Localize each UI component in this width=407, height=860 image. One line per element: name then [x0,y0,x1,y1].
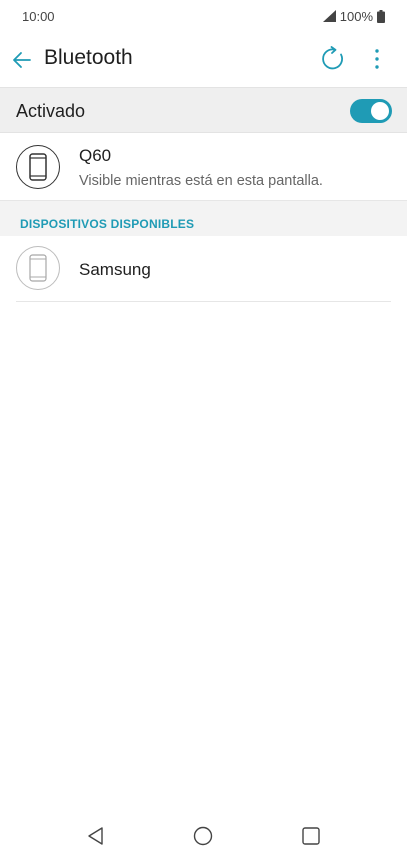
phone-icon [16,246,60,290]
refresh-icon[interactable] [320,46,346,72]
divider [16,301,391,302]
more-options-icon[interactable] [366,46,388,72]
status-indicators: 100% [322,8,385,24]
back-arrow-icon[interactable] [10,48,34,72]
battery-percent: 100% [339,8,373,24]
app-bar: Bluetooth [0,34,407,86]
own-device-visibility: Visible mientras está en esta pantalla. [79,173,323,189]
available-device-name: Samsung [79,260,151,279]
nav-recents-icon[interactable] [299,824,323,848]
phone-icon [16,145,60,189]
battery-icon [377,9,385,23]
nav-home-icon[interactable] [191,824,215,848]
own-device-name: Q60 [79,146,112,165]
toggle-label: Activado [16,101,86,121]
bluetooth-toggle-row[interactable]: Activado [0,87,407,133]
available-devices-header: DISPOSITIVOS DISPONIBLES [0,200,407,236]
available-device-row[interactable]: Samsung [0,236,407,302]
page-title: Bluetooth [44,46,133,69]
section-title: DISPOSITIVOS DISPONIBLES [20,217,195,231]
navigation-bar [0,812,407,860]
status-bar: 10:00 100% [0,0,407,32]
signal-icon [322,10,336,22]
own-device-row[interactable]: Q60 Visible mientras está en esta pantal… [0,134,407,200]
switch-knob [371,102,389,120]
status-time: 10:00 [22,8,55,24]
nav-back-icon[interactable] [84,824,108,848]
bluetooth-switch[interactable] [350,99,392,123]
